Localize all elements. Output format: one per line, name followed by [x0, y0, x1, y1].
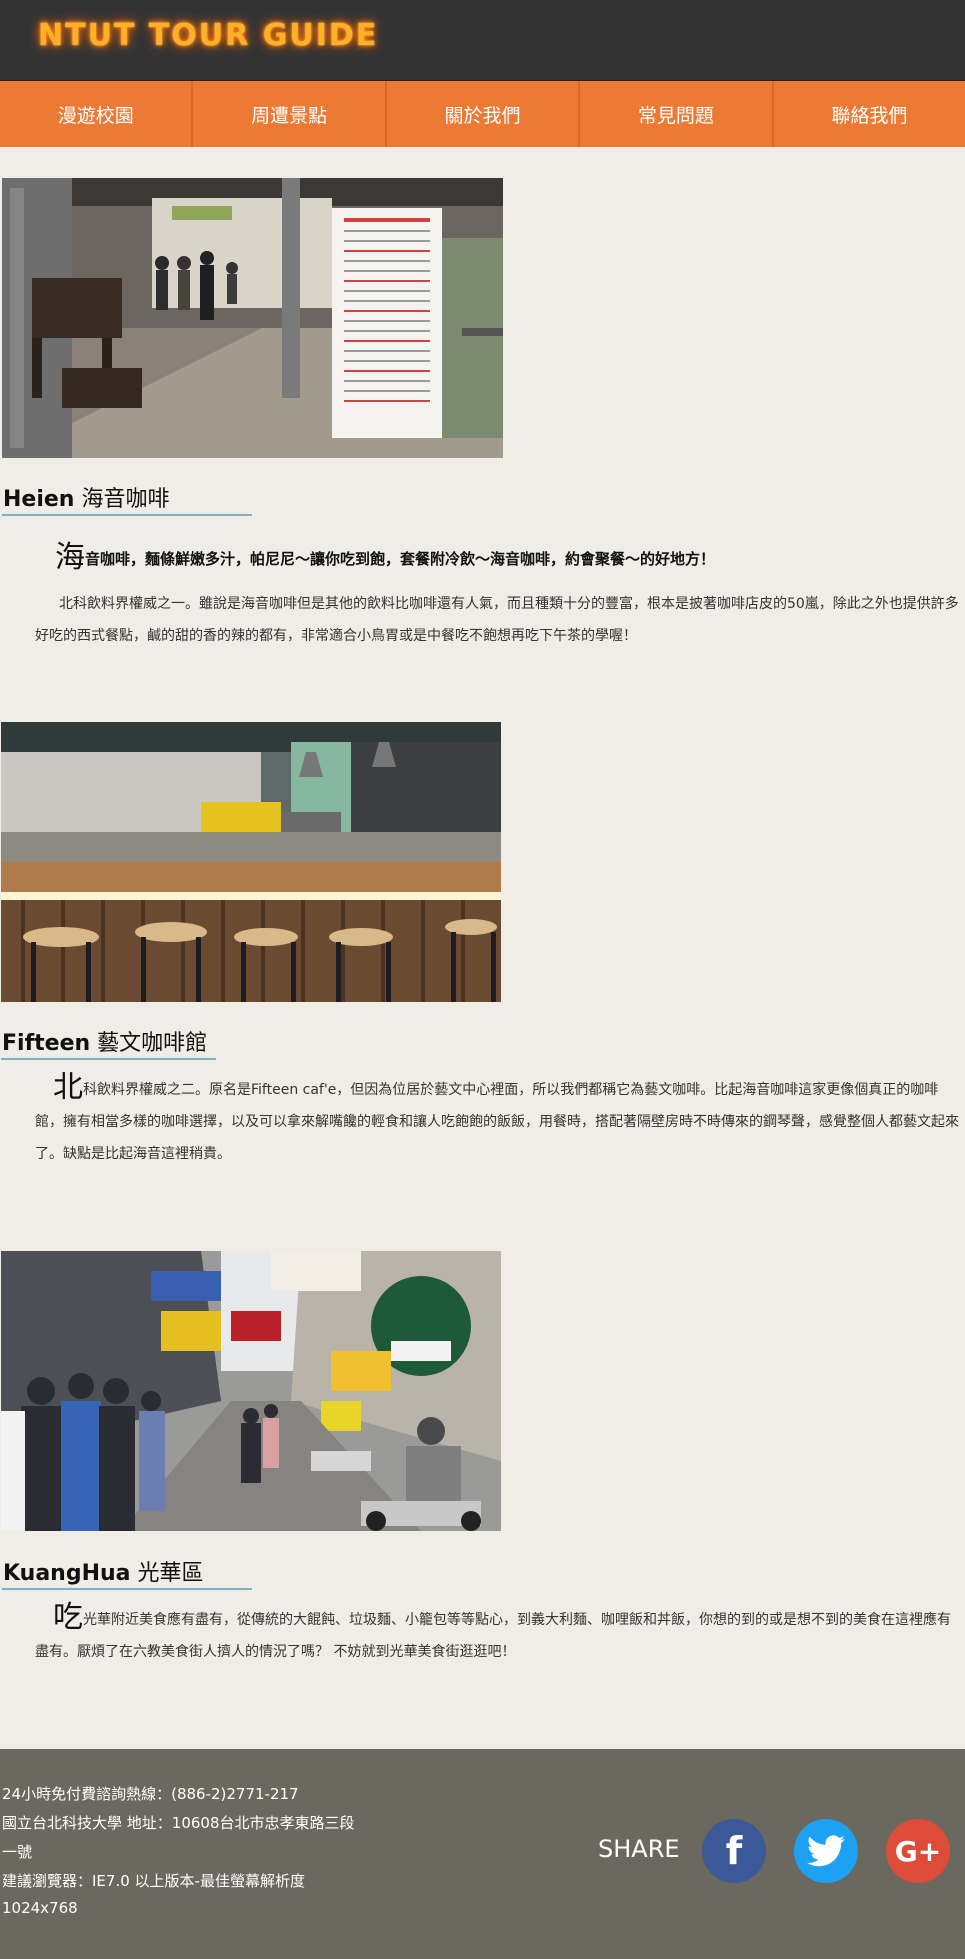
site-logo[interactable]: NTUT TOUR GUIDE: [38, 18, 378, 53]
title-underline: [2, 1588, 252, 1590]
share-label: SHARE: [598, 1835, 680, 1863]
section-title-en: KuangHua: [3, 1561, 131, 1586]
kuanghua-street-photo: [1, 1251, 501, 1531]
nav-item-about[interactable]: 關於我們: [387, 81, 581, 147]
footer-resolution: 1024x768: [2, 1899, 78, 1917]
section-title-zh: 海音咖啡: [81, 487, 170, 512]
nav-item-campus[interactable]: 漫遊校園: [0, 81, 194, 147]
lead-initial: 北: [53, 1070, 83, 1105]
google-plus-glyph: G+: [894, 1834, 942, 1868]
footer-browser-note: 建議瀏覽器：IE7.0 以上版本-最佳螢幕解析度: [2, 1872, 305, 1890]
section-title-kuanghua: KuangHua 光華區: [3, 1555, 204, 1587]
section-title-en: Fifteen: [2, 1031, 91, 1056]
section-title-en: Heien: [3, 487, 75, 512]
twitter-bird-glyph: [807, 1835, 845, 1867]
nav-item-attractions[interactable]: 周遭景點: [193, 81, 387, 147]
facebook-icon[interactable]: f: [702, 1819, 766, 1883]
facebook-glyph: f: [725, 1829, 743, 1873]
top-header: NTUT TOUR GUIDE: [0, 0, 965, 81]
footer-address-cont: 一號: [2, 1843, 33, 1861]
section-title-fifteen: Fifteen 藝文咖啡館: [2, 1025, 207, 1057]
fifteen-cafe-photo: [1, 722, 501, 1002]
lead-initial: 海: [55, 540, 85, 575]
section-body-kuanghua: 吃光華附近美食應有盡有，從傳統的大餛飩、垃圾麵、小籠包等等點心，到義大利麵、咖哩…: [35, 1602, 960, 1668]
page: NTUT TOUR GUIDE 漫遊校園 周遭景點 關於我們 常見問題 聯絡我們: [0, 0, 965, 1959]
section-body-fifteen: 北科飲料界權威之二。原名是Fifteen caf'e，但因為位居於藝文中心裡面，…: [35, 1072, 960, 1170]
section-title-zh: 光華區: [137, 1561, 204, 1586]
footer-hotline: 24小時免付費諮詢熱線：(886-2)2771-217: [2, 1785, 299, 1803]
body-text: 光華附近美食應有盡有，從傳統的大餛飩、垃圾麵、小籠包等等點心，到義大利麵、咖哩飯…: [35, 1612, 951, 1660]
nav-item-contact[interactable]: 聯絡我們: [774, 81, 965, 147]
main-nav: 漫遊校園 周遭景點 關於我們 常見問題 聯絡我們: [0, 81, 965, 147]
lead-text: 音咖啡，麵條鮮嫩多汁，帕尼尼～讓你吃到飽，套餐附冷飲～海音咖啡，約會聚餐～的好地…: [85, 550, 716, 568]
google-plus-icon[interactable]: G+: [886, 1819, 950, 1883]
nav-item-faq[interactable]: 常見問題: [580, 81, 774, 147]
section-lead-heien: 海音咖啡，麵條鮮嫩多汁，帕尼尼～讓你吃到飽，套餐附冷飲～海音咖啡，約會聚餐～的好…: [55, 532, 955, 576]
lead-initial: 吃: [53, 1600, 83, 1635]
title-underline: [1, 1058, 216, 1060]
twitter-icon[interactable]: [794, 1819, 858, 1883]
section-title-heien: Heien 海音咖啡: [3, 481, 169, 513]
section-title-zh: 藝文咖啡館: [97, 1031, 208, 1056]
heien-cafe-photo: [2, 178, 503, 458]
site-footer: 24小時免付費諮詢熱線：(886-2)2771-217 國立台北科技大學 地址：…: [0, 1749, 965, 1959]
body-text: 北科飲料界權威之一。雖說是海音咖啡但是其他的飲料比咖啡還有人氣，而且種類十分的豐…: [35, 596, 959, 644]
footer-address: 國立台北科技大學 地址：10608台北市忠孝東路三段: [2, 1814, 355, 1832]
section-body-heien: 北科飲料界權威之一。雖說是海音咖啡但是其他的飲料比咖啡還有人氣，而且種類十分的豐…: [35, 588, 960, 652]
body-text: 科飲料界權威之二。原名是Fifteen caf'e，但因為位居於藝文中心裡面，所…: [35, 1082, 959, 1162]
title-underline: [2, 514, 252, 516]
